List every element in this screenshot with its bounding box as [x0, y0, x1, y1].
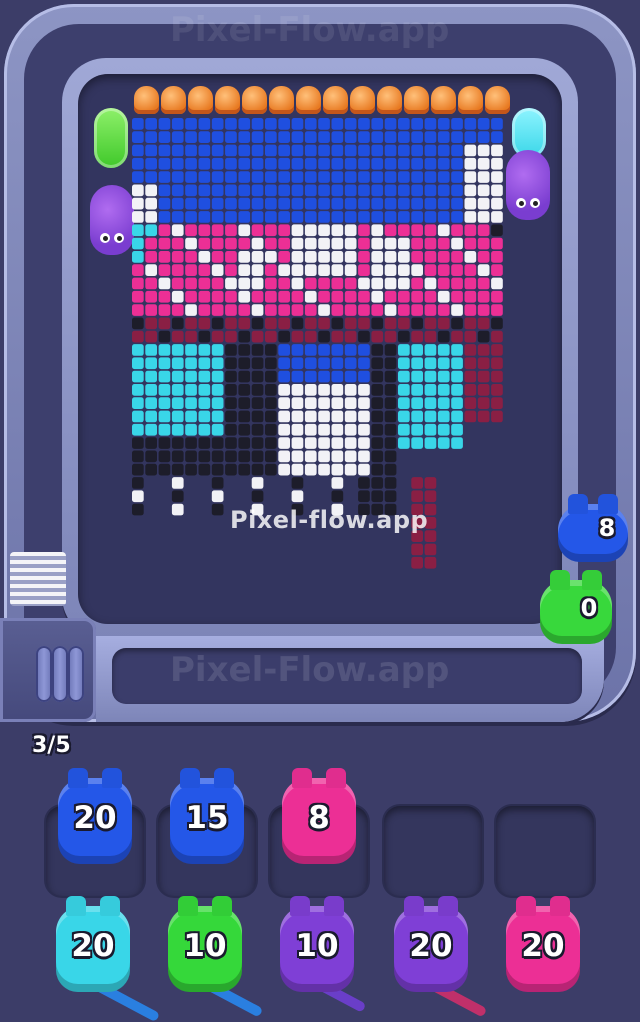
purple-creature-icon: [506, 150, 550, 220]
orange-cap-icon: [296, 86, 321, 114]
queue-piggy-blue[interactable]: 20: [58, 778, 132, 864]
orange-cap-icon: [404, 86, 429, 114]
queue-piggy-pink[interactable]: 8: [282, 778, 356, 864]
orange-cap-icon: [431, 86, 456, 114]
orange-cap-icon: [242, 86, 267, 114]
dispenser-slot: [36, 646, 52, 702]
queue-piggy-green[interactable]: 10: [168, 906, 242, 992]
orange-cap-icon: [377, 86, 402, 114]
purple-creature-icon: [90, 185, 134, 255]
shooter-count: 8: [598, 514, 616, 542]
queue-piggy-blue[interactable]: 15: [170, 778, 244, 864]
track-shooter-green[interactable]: 0: [540, 580, 612, 644]
queue-piggy-purple[interactable]: 20: [394, 906, 468, 992]
green-tube: [94, 108, 128, 168]
piggy-count: 20: [521, 928, 565, 964]
orange-cap-icon: [161, 86, 186, 114]
progress-label: 3/5: [32, 733, 71, 758]
dispenser-slot: [68, 646, 84, 702]
orange-cap-icon: [323, 86, 348, 114]
queue-slot-empty[interactable]: [384, 806, 482, 896]
pixel-board: [78, 74, 562, 624]
orange-cap-icon: [269, 86, 294, 114]
ghost-watermark-bottom: Pixel-Flow.app: [170, 650, 450, 690]
orange-cap-icon: [485, 86, 510, 114]
orange-cap-icon: [134, 86, 159, 114]
ghost-watermark-top: Pixel-Flow.app: [170, 10, 450, 50]
piggy-count: 10: [183, 928, 227, 964]
orange-cap-icon: [215, 86, 240, 114]
watermark: Pixel-flow.app: [230, 506, 429, 534]
queue-piggy-pink[interactable]: 20: [506, 906, 580, 992]
piggy-count: 20: [71, 928, 115, 964]
queue-slot-empty[interactable]: [496, 806, 594, 896]
piggy-count: 20: [409, 928, 453, 964]
queue-piggy-purple[interactable]: 10: [280, 906, 354, 992]
track-shooter-blue[interactable]: 8: [558, 504, 628, 562]
orange-cap-icon: [458, 86, 483, 114]
piggy-count: 15: [185, 800, 229, 836]
orange-cap-icon: [188, 86, 213, 114]
piggy-count: 20: [73, 800, 117, 836]
shooter-count: 0: [580, 594, 598, 622]
orange-cap-row: [134, 86, 510, 114]
piggy-count: 10: [295, 928, 339, 964]
piggy-count: 8: [308, 800, 330, 836]
exit-vent: [10, 552, 66, 606]
dispenser-slot: [52, 646, 68, 702]
orange-cap-icon: [350, 86, 375, 114]
queue-piggy-cyan[interactable]: 20: [56, 906, 130, 992]
